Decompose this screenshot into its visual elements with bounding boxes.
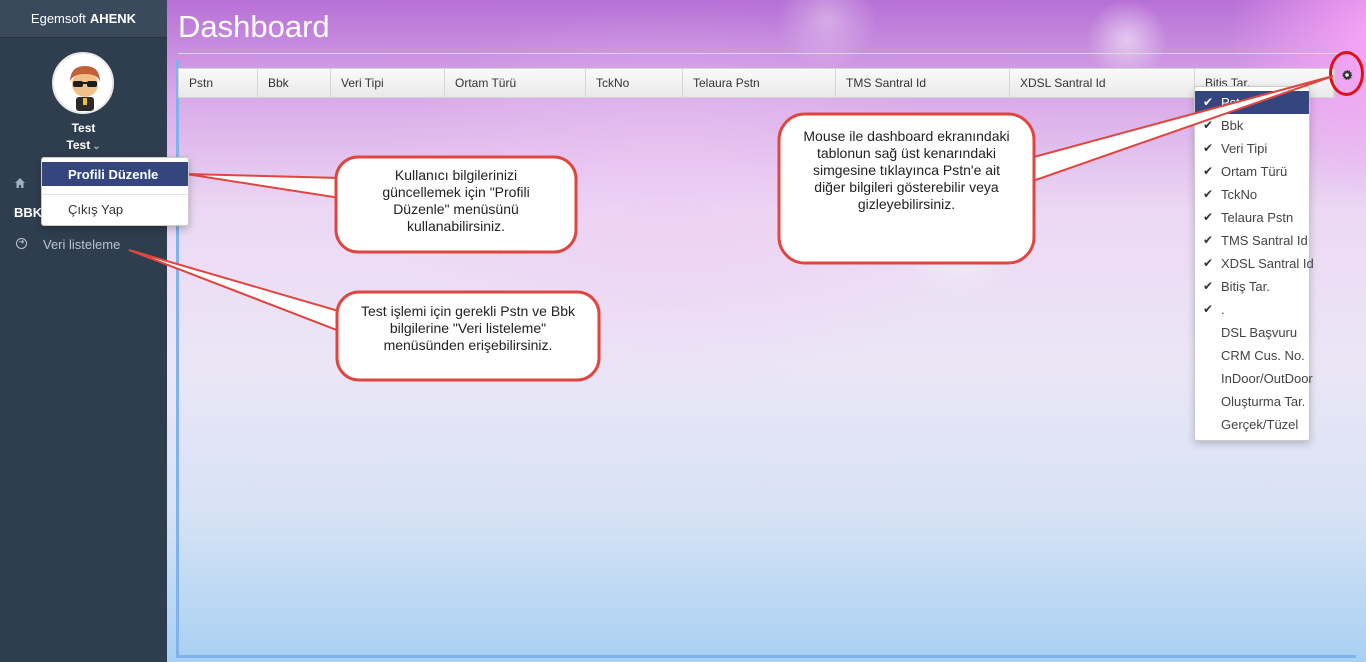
arrow-circle-icon: ➜ [16, 238, 27, 249]
column-option-label: CRM Cus. No. [1221, 348, 1305, 363]
column-option[interactable]: ✔ Ortam Türü [1195, 160, 1309, 183]
title-divider [178, 53, 1358, 54]
column-option-label: TMS Santral Id [1221, 233, 1308, 248]
check-icon: ✔ [1203, 187, 1214, 201]
table-header: Pstn Bbk Veri Tipi Ortam Türü TckNo Tela… [178, 68, 1335, 98]
column-option-label: . [1221, 302, 1225, 317]
menu-divider [42, 194, 188, 195]
column-header[interactable]: TMS Santral Id [836, 69, 1010, 97]
column-option[interactable]: ✔ TckNo [1195, 183, 1309, 206]
column-option-label: Pstn [1221, 95, 1248, 110]
column-header[interactable]: Bbk [258, 69, 331, 97]
check-icon: ✔ [1203, 95, 1214, 109]
column-header[interactable]: Pstn [179, 69, 258, 97]
column-option[interactable]: InDoor/OutDoor [1195, 367, 1313, 390]
column-option-label: TckNo [1221, 187, 1258, 202]
column-option[interactable]: CRM Cus. No. [1195, 344, 1309, 367]
column-header[interactable]: Telaura Pstn [683, 69, 836, 97]
column-option-label: Veri Tipi [1221, 141, 1268, 156]
column-option-label: Telaura Pstn [1221, 210, 1294, 225]
column-option[interactable]: ✔ XDSL Santral Id [1195, 252, 1314, 275]
check-icon: ✔ [1203, 233, 1214, 247]
check-icon: ✔ [1203, 279, 1214, 293]
check-icon: ✔ [1203, 210, 1214, 224]
user-menu-label: Test [66, 138, 91, 152]
callout-list-text: Test işlemi için gerekli Pstn ve Bbk bil… [361, 303, 575, 353]
column-option[interactable]: ✔ Veri Tipi [1195, 137, 1309, 160]
menu-item-logout[interactable]: Çıkış Yap [68, 202, 123, 217]
column-option-label: Ortam Türü [1221, 164, 1288, 179]
column-option[interactable]: ✔ Pstn [1195, 91, 1309, 114]
brand[interactable]: Egemsoft AHENK [0, 0, 167, 38]
brand-name: AHENK [89, 11, 137, 26]
column-option[interactable]: DSL Başvuru [1195, 321, 1309, 344]
check-icon: ✔ [1203, 256, 1214, 270]
home-icon [15, 178, 25, 188]
column-option[interactable]: ✔ Bbk [1195, 114, 1309, 137]
menu-item-edit-profile[interactable]: Profili Düzenle [42, 162, 188, 186]
check-icon: ✔ [1203, 164, 1214, 178]
column-header[interactable]: Ortam Türü [445, 69, 586, 97]
main-background [167, 0, 1366, 662]
column-header[interactable]: TckNo [586, 69, 683, 97]
column-option[interactable]: Oluşturma Tar. [1195, 390, 1309, 413]
highlight-circle [1329, 51, 1364, 96]
column-option-label: InDoor/OutDoor [1221, 371, 1313, 386]
column-visibility-menu: ✔ Pstn ✔ Bbk ✔ Veri Tipi ✔ Ortam Türü ✔ TckNo… [1194, 86, 1314, 441]
column-option-label: DSL Başvuru [1221, 325, 1298, 340]
column-option-label: Oluşturma Tar. [1221, 394, 1306, 409]
brand-prefix: Egemsoft [30, 11, 86, 26]
check-icon: ✔ [1203, 141, 1214, 155]
sidebar-section-title: BBK [14, 205, 43, 220]
sidebar-item-label: Veri listeleme [43, 237, 121, 252]
user-dropdown-menu: Profili Düzenle Çıkış Yap [41, 157, 189, 226]
column-option[interactable]: ✔ Bitiş Tar. [1195, 275, 1309, 298]
column-option-label: Gerçek/Tüzel [1221, 417, 1299, 432]
avatar[interactable] [52, 52, 114, 114]
sidebar: Egemsoft AHENK Test Test ⌄ BBK ➜ Veri lis… [0, 0, 167, 662]
check-icon: ✔ [1203, 118, 1214, 132]
check-icon: ✔ [1203, 302, 1214, 316]
chevron-down-icon: ⌄ [92, 141, 101, 152]
callout-columns-text: Mouse ile dashboard ekranındaki tablonun… [803, 128, 1010, 212]
callout-profile-text: Kullanıcı bilgilerinizi güncellemek için… [382, 167, 530, 234]
column-header[interactable]: XDSL Santral Id [1010, 69, 1195, 97]
avatar-icon [70, 66, 100, 111]
column-option[interactable]: ✔ TMS Santral Id [1195, 229, 1309, 252]
sidebar-item-veri-listeleme[interactable]: ➜ Veri listeleme [0, 236, 167, 256]
page-title: Dashboard [178, 9, 330, 44]
column-option-label: XDSL Santral Id [1221, 256, 1314, 271]
column-header[interactable]: Veri Tipi [331, 69, 445, 97]
column-option[interactable]: ✔ Telaura Pstn [1195, 206, 1309, 229]
column-option[interactable]: ✔. [1195, 298, 1309, 321]
user-menu-toggle[interactable]: Test ⌄ [0, 138, 167, 152]
column-option-label: Bitiş Tar. [1221, 279, 1270, 294]
user-name: Test [71, 121, 96, 135]
column-option[interactable]: Gerçek/Tüzel [1195, 413, 1309, 436]
column-option-label: Bbk [1221, 118, 1244, 133]
